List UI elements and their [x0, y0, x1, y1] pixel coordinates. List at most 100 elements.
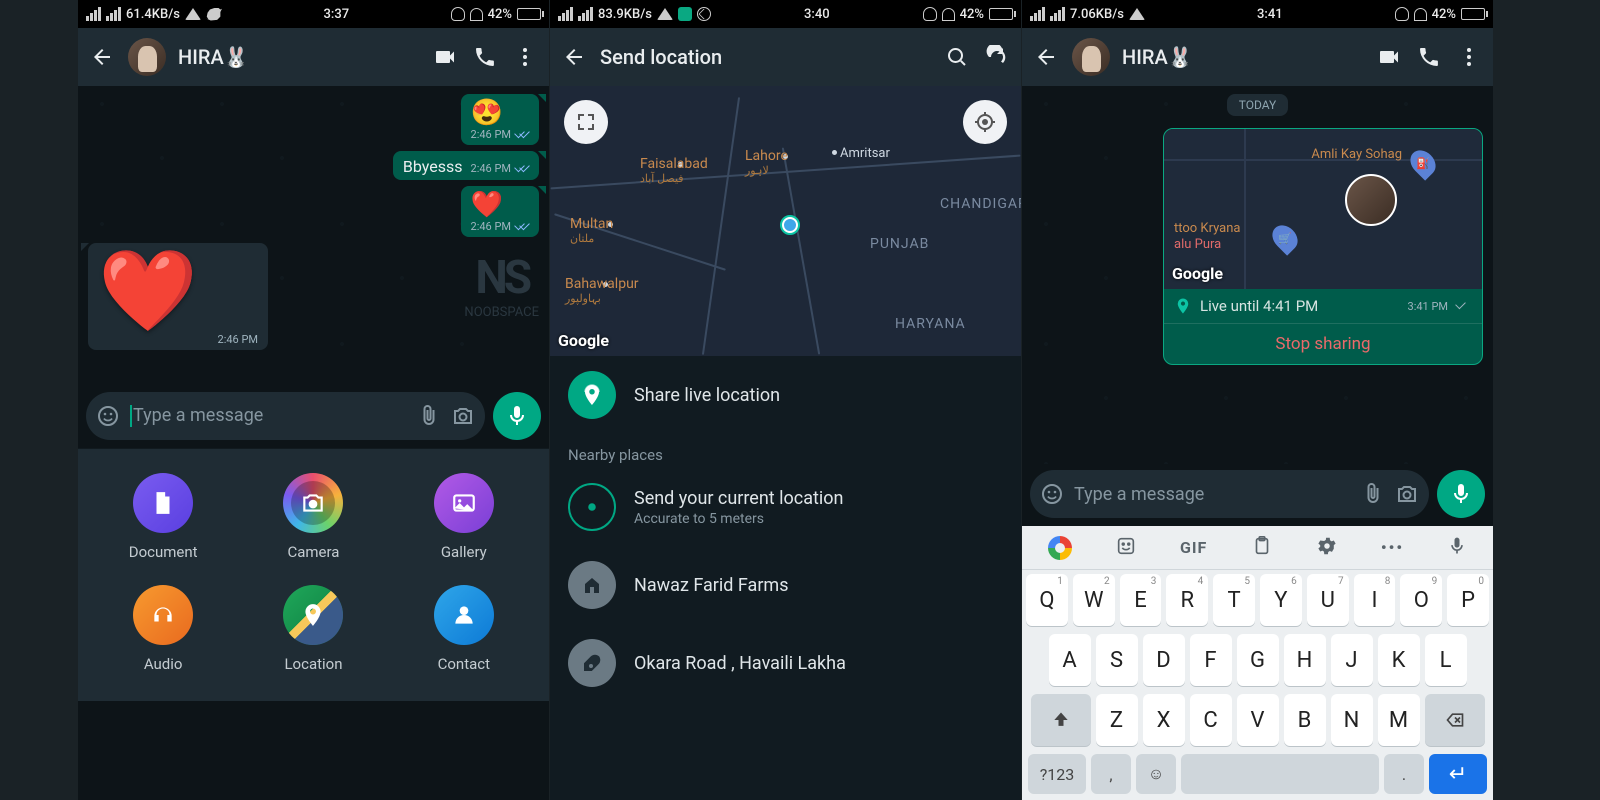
net-speed: 7.06KB/s — [1070, 7, 1124, 22]
backspace-key[interactable] — [1425, 694, 1485, 746]
key-U[interactable]: U7 — [1307, 574, 1349, 626]
read-ticks-icon — [515, 222, 531, 232]
key-J[interactable]: J — [1331, 634, 1373, 686]
gear-icon[interactable] — [1316, 535, 1338, 561]
back-button[interactable] — [1032, 43, 1060, 71]
camera-icon[interactable] — [451, 404, 475, 428]
key-F[interactable]: F — [1190, 634, 1232, 686]
voice-call-button[interactable] — [1415, 43, 1443, 71]
aud-icon — [133, 585, 193, 645]
refresh-button[interactable] — [983, 43, 1011, 71]
key-G[interactable]: G — [1237, 634, 1279, 686]
key-R[interactable]: R4 — [1166, 574, 1208, 626]
key-Q[interactable]: Q1 — [1026, 574, 1068, 626]
nearby-place[interactable]: Nawaz Farid Farms — [550, 546, 1021, 624]
voice-call-button[interactable] — [471, 43, 499, 71]
key-E[interactable]: E3 — [1120, 574, 1162, 626]
more-icon[interactable]: ••• — [1381, 538, 1404, 557]
video-call-button[interactable] — [1375, 43, 1403, 71]
attach-camera[interactable]: Camera — [283, 473, 343, 561]
emoji-key[interactable]: ☺ — [1136, 754, 1176, 794]
battery-icon — [989, 8, 1013, 20]
message-input[interactable]: Type a message — [1030, 470, 1429, 518]
contact-name[interactable]: HIRA🐰 — [1122, 45, 1363, 69]
message-out[interactable]: ❤️2:46 PM — [461, 186, 539, 237]
key-X[interactable]: X — [1143, 694, 1185, 746]
read-ticks-icon — [515, 130, 531, 140]
emoji-icon[interactable] — [1040, 482, 1064, 506]
comma-key[interactable]: , — [1091, 754, 1131, 794]
search-button[interactable] — [943, 43, 971, 71]
voice-record-button[interactable] — [1437, 470, 1485, 518]
overflow-menu[interactable] — [511, 43, 539, 71]
message-in[interactable]: ❤️2:46 PM — [88, 243, 268, 350]
attach-contact[interactable]: Contact — [434, 585, 494, 673]
mic-icon[interactable] — [1447, 536, 1467, 560]
key-A[interactable]: A — [1049, 634, 1091, 686]
enter-key[interactable]: ↵ — [1429, 754, 1487, 794]
key-V[interactable]: V — [1237, 694, 1279, 746]
stop-sharing-button[interactable]: Stop sharing — [1164, 323, 1482, 364]
clock: 3:41 — [1145, 7, 1395, 22]
attachment-sheet: Document Camera Gallery Audio Location C… — [78, 448, 549, 701]
clipboard-icon[interactable] — [1251, 535, 1273, 561]
camera-icon[interactable] — [1395, 482, 1419, 506]
symbols-key[interactable]: ?123 — [1028, 754, 1086, 794]
key-D[interactable]: D — [1143, 634, 1185, 686]
gif-button[interactable]: GIF — [1180, 538, 1207, 557]
back-button[interactable] — [560, 43, 588, 71]
live-map-thumb[interactable]: Amli Kay Sohag ⛽ ttoo Kryana alu Pura 🛒 … — [1164, 129, 1482, 289]
google-icon[interactable] — [1048, 536, 1072, 560]
attach-icon[interactable] — [1361, 482, 1385, 506]
spacebar[interactable] — [1181, 754, 1379, 794]
key-M[interactable]: M — [1378, 694, 1420, 746]
key-W[interactable]: W2 — [1073, 574, 1115, 626]
key-I[interactable]: I8 — [1354, 574, 1396, 626]
map-city-label: Amritsar — [840, 146, 890, 161]
locate-me-button[interactable] — [963, 100, 1007, 144]
attach-audio[interactable]: Audio — [133, 585, 193, 673]
emoji-icon[interactable] — [96, 404, 120, 428]
key-S[interactable]: S — [1096, 634, 1138, 686]
keyboard-toolbar: GIF ••• — [1022, 526, 1493, 570]
key-P[interactable]: P0 — [1447, 574, 1489, 626]
key-T[interactable]: T5 — [1213, 574, 1255, 626]
attach-gallery[interactable]: Gallery — [434, 473, 494, 561]
contact-avatar[interactable] — [1072, 38, 1110, 76]
sticker-icon[interactable] — [1115, 535, 1137, 561]
key-H[interactable]: H — [1284, 634, 1326, 686]
key-C[interactable]: C — [1190, 694, 1232, 746]
send-current-location[interactable]: Send your current locationAccurate to 5 … — [550, 468, 1021, 546]
key-K[interactable]: K — [1378, 634, 1420, 686]
headphones-icon — [923, 7, 937, 21]
key-Y[interactable]: Y6 — [1260, 574, 1302, 626]
attach-icon[interactable] — [417, 404, 441, 428]
attach-document[interactable]: Document — [129, 473, 198, 561]
video-call-button[interactable] — [431, 43, 459, 71]
key-B[interactable]: B — [1284, 694, 1326, 746]
screenshot-live-sharing: 7.06KB/s 3:41 42% HIRA🐰 TODAY Amli Kay S… — [1022, 0, 1493, 800]
key-Z[interactable]: Z — [1096, 694, 1138, 746]
key-L[interactable]: L — [1425, 634, 1467, 686]
period-key[interactable]: . — [1384, 754, 1424, 794]
overflow-menu[interactable] — [1455, 43, 1483, 71]
attach-location[interactable]: Location — [283, 585, 343, 673]
nearby-place[interactable]: Okara Road , Havaili Lakha — [550, 624, 1021, 702]
key-N[interactable]: N — [1331, 694, 1373, 746]
wifi-icon — [657, 8, 673, 20]
fullscreen-button[interactable] — [564, 100, 608, 144]
shift-key[interactable] — [1031, 694, 1091, 746]
map[interactable]: Google Faisalabadفیصل آبادLahoreلاہورMul… — [550, 86, 1021, 356]
live-location-bubble[interactable]: Amli Kay Sohag ⛽ ttoo Kryana alu Pura 🛒 … — [1163, 128, 1483, 365]
message-out[interactable]: Bbyesss2:46 PM — [393, 151, 539, 180]
message-out[interactable]: 😍2:46 PM — [461, 94, 539, 145]
contact-avatar[interactable] — [128, 38, 166, 76]
key-O[interactable]: O9 — [1400, 574, 1442, 626]
battery-pct: 42% — [1432, 7, 1456, 22]
voice-record-button[interactable] — [493, 392, 541, 440]
back-button[interactable] — [88, 43, 116, 71]
contact-name[interactable]: HIRA🐰 — [178, 45, 419, 69]
screen-title: Send location — [600, 45, 931, 69]
message-input[interactable]: Type a message — [86, 392, 485, 440]
share-live-location[interactable]: Share live location — [550, 356, 1021, 434]
